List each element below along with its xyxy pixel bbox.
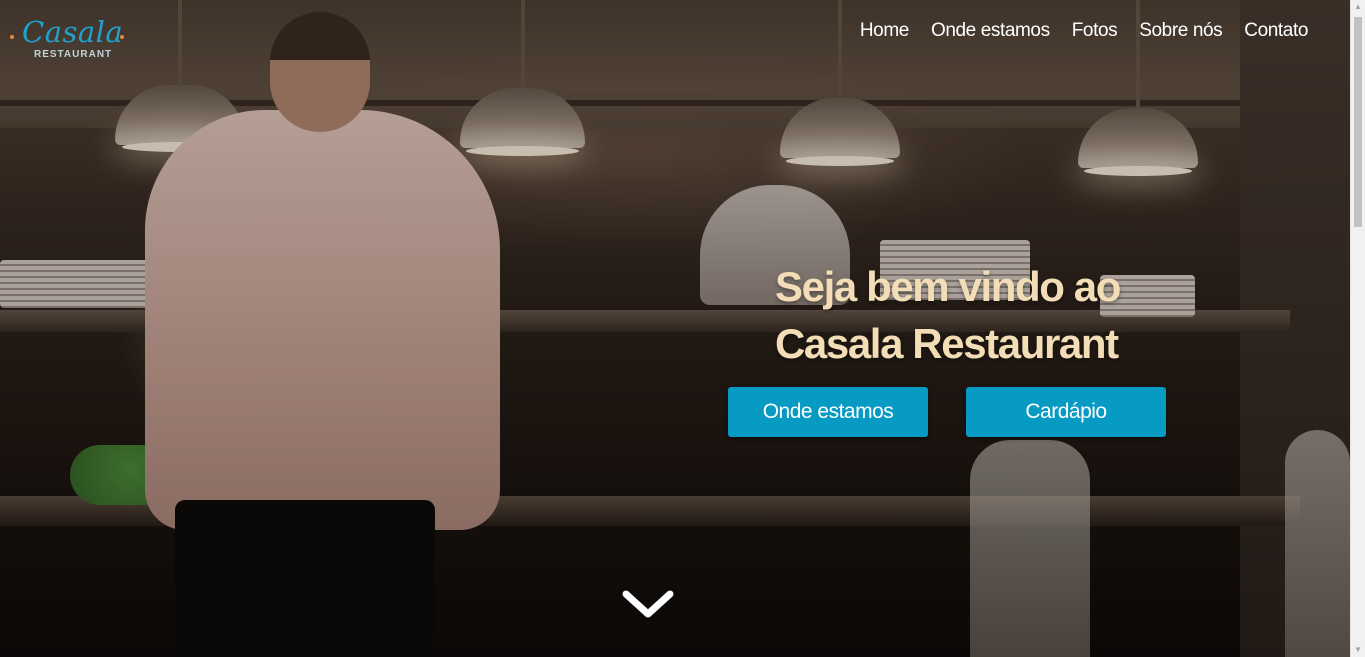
cardapio-button[interactable]: Cardápio [966, 387, 1166, 437]
nav-item-contato[interactable]: Contato [1244, 19, 1308, 43]
logo-subtitle: RESTAURANT [34, 49, 113, 60]
logo-wordmark: Casala [22, 15, 124, 49]
hero-section: Casala RESTAURANT Home Onde estamos Foto… [0, 0, 1350, 657]
main-nav: Home Onde estamos Fotos Sobre nós Contat… [860, 19, 1309, 43]
nav-item-sobre-nos[interactable]: Sobre nós [1139, 19, 1222, 43]
logo-dot-right [120, 35, 124, 39]
scroll-down-arrow-icon[interactable]: ▼ [1351, 643, 1365, 657]
logo[interactable]: Casala RESTAURANT [10, 14, 125, 64]
onde-estamos-button[interactable]: Onde estamos [728, 387, 928, 437]
scrollbar-thumb[interactable] [1354, 17, 1362, 227]
vertical-scrollbar[interactable]: ▲ ▼ [1350, 0, 1365, 657]
chevron-down-icon[interactable] [620, 586, 676, 622]
logo-dot-left [10, 35, 14, 39]
scroll-up-arrow-icon[interactable]: ▲ [1351, 0, 1365, 14]
nav-item-onde-estamos[interactable]: Onde estamos [931, 19, 1050, 43]
hero-headline-line1: Seja bem vindo ao [775, 263, 1121, 310]
hero-headline: Seja bem vindo ao Casala Restaurant [775, 258, 1195, 372]
nav-item-fotos[interactable]: Fotos [1072, 19, 1118, 43]
hero-headline-line2: Casala Restaurant [775, 320, 1119, 367]
nav-item-home[interactable]: Home [860, 19, 909, 43]
